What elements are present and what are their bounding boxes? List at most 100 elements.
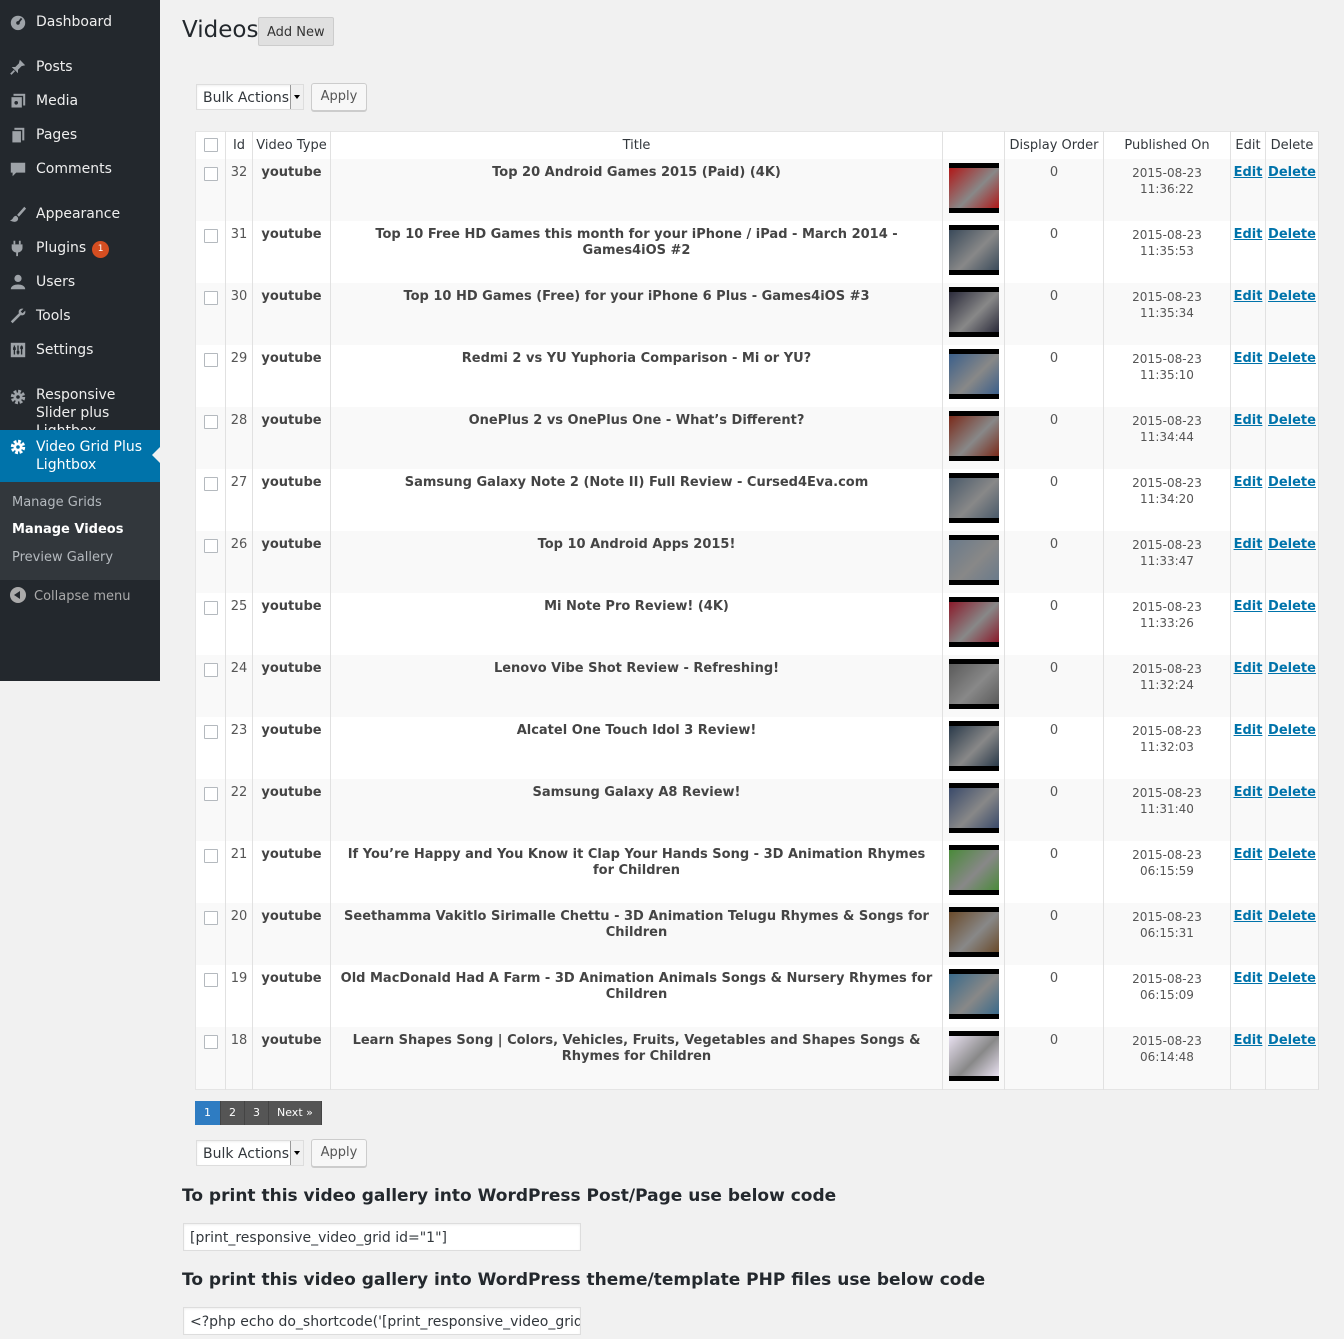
row-checkbox[interactable] bbox=[203, 291, 218, 305]
apply-button[interactable]: Apply bbox=[311, 83, 367, 111]
delete-link[interactable]: Delete bbox=[1268, 909, 1316, 924]
edit-cell: Edit bbox=[1230, 221, 1266, 283]
date-cell: 2015-08-23 11:33:47 bbox=[1103, 531, 1231, 593]
sidebar-item-dashboard[interactable]: Dashboard bbox=[0, 13, 160, 33]
column-header[interactable]: Title bbox=[330, 131, 943, 159]
sidebar-item-responsive-slider[interactable]: Responsive Slider plus Lightbox bbox=[0, 386, 160, 439]
sidebar-item-posts[interactable]: Posts bbox=[0, 58, 160, 78]
comment-icon bbox=[9, 160, 27, 178]
sidebar-item-plugins[interactable]: Plugins 1 bbox=[0, 239, 160, 259]
delete-link[interactable]: Delete bbox=[1268, 599, 1316, 614]
delete-link[interactable]: Delete bbox=[1268, 351, 1316, 366]
apply-button[interactable]: Apply bbox=[311, 1139, 367, 1167]
delete-link[interactable]: Delete bbox=[1268, 971, 1316, 986]
sidebar-item-label: Video Grid Plus Lightbox bbox=[36, 439, 143, 473]
delete-cell: Delete bbox=[1265, 779, 1319, 841]
page-link-3[interactable]: 3 bbox=[245, 1101, 269, 1125]
row-checkbox[interactable] bbox=[203, 1035, 218, 1049]
submenu-manage-videos[interactable]: Manage Videos bbox=[12, 522, 123, 537]
row-checkbox[interactable] bbox=[203, 539, 218, 553]
column-header[interactable]: Video Type bbox=[252, 131, 331, 159]
delete-link[interactable]: Delete bbox=[1268, 227, 1316, 242]
thumbnail-image bbox=[948, 974, 999, 1014]
row-checkbox[interactable] bbox=[203, 353, 218, 367]
row-checkbox[interactable] bbox=[203, 663, 218, 677]
edit-link[interactable]: Edit bbox=[1234, 909, 1263, 924]
delete-cell: Delete bbox=[1265, 345, 1319, 407]
delete-link[interactable]: Delete bbox=[1268, 847, 1316, 862]
submenu-preview-gallery[interactable]: Preview Gallery bbox=[12, 550, 113, 565]
page-link-2[interactable]: 2 bbox=[221, 1101, 245, 1125]
delete-link[interactable]: Delete bbox=[1268, 723, 1316, 738]
row-checkbox[interactable] bbox=[203, 601, 218, 615]
edit-cell: Edit bbox=[1230, 841, 1266, 903]
edit-link[interactable]: Edit bbox=[1234, 971, 1263, 986]
edit-link[interactable]: Edit bbox=[1234, 847, 1263, 862]
page-link-1[interactable]: 1 bbox=[195, 1101, 221, 1125]
edit-link[interactable]: Edit bbox=[1234, 351, 1263, 366]
row-checkbox[interactable] bbox=[203, 787, 218, 801]
edit-link[interactable]: Edit bbox=[1234, 289, 1263, 304]
delete-link[interactable]: Delete bbox=[1268, 661, 1316, 676]
edit-cell: Edit bbox=[1230, 965, 1266, 1027]
display-order: 0 bbox=[1049, 351, 1059, 366]
edit-link[interactable]: Edit bbox=[1234, 475, 1263, 490]
row-checkbox[interactable] bbox=[203, 477, 218, 491]
delete-link[interactable]: Delete bbox=[1268, 1033, 1316, 1048]
add-new-button[interactable]: Add New bbox=[258, 17, 334, 46]
sidebar-item-appearance[interactable]: Appearance bbox=[0, 205, 160, 225]
edit-link[interactable]: Edit bbox=[1234, 599, 1263, 614]
bulk-actions-select[interactable]: Bulk Actions bbox=[196, 1140, 304, 1166]
edit-link[interactable]: Edit bbox=[1234, 413, 1263, 428]
edit-link[interactable]: Edit bbox=[1234, 227, 1263, 242]
delete-link[interactable]: Delete bbox=[1268, 537, 1316, 552]
sidebar-item-settings[interactable]: Settings bbox=[0, 341, 160, 361]
next-page-link[interactable]: Next » bbox=[269, 1101, 322, 1125]
edit-link[interactable]: Edit bbox=[1234, 785, 1263, 800]
row-checkbox[interactable] bbox=[203, 849, 218, 863]
sidebar-item-pages[interactable]: Pages bbox=[0, 126, 160, 146]
edit-link[interactable]: Edit bbox=[1234, 165, 1263, 180]
sidebar-item-tools[interactable]: Tools bbox=[0, 307, 160, 327]
display-order: 0 bbox=[1049, 289, 1059, 304]
row-checkbox[interactable] bbox=[203, 973, 218, 987]
delete-link[interactable]: Delete bbox=[1268, 165, 1316, 180]
column-header[interactable]: Display Order bbox=[1004, 131, 1104, 159]
sidebar-item-label: Tools bbox=[36, 308, 71, 324]
row-checkbox[interactable] bbox=[203, 229, 218, 243]
row-checkbox[interactable] bbox=[203, 415, 218, 429]
php-shortcode-field[interactable]: <?php echo do_shortcode('[print_responsi… bbox=[183, 1307, 581, 1335]
delete-link[interactable]: Delete bbox=[1268, 475, 1316, 490]
column-header[interactable]: Id bbox=[225, 131, 253, 159]
edit-link[interactable]: Edit bbox=[1234, 661, 1263, 676]
delete-cell: Delete bbox=[1265, 903, 1319, 965]
thumbnail-cell bbox=[942, 965, 1005, 1027]
sidebar-item-video-grid[interactable]: Video Grid Plus Lightbox bbox=[0, 430, 160, 482]
row-checkbox[interactable] bbox=[203, 725, 218, 739]
post-shortcode-field[interactable]: [print_responsive_video_grid id="1"] bbox=[183, 1223, 581, 1251]
edit-link[interactable]: Edit bbox=[1234, 1033, 1263, 1048]
bulk-actions-select[interactable]: Bulk Actions bbox=[196, 84, 304, 110]
edit-link[interactable]: Edit bbox=[1234, 537, 1263, 552]
column-header[interactable]: Published On bbox=[1103, 131, 1231, 159]
video-id: 25 bbox=[230, 599, 248, 614]
submenu-manage-grids[interactable]: Manage Grids bbox=[12, 495, 102, 510]
sidebar-item-comments[interactable]: Comments bbox=[0, 160, 160, 180]
row-checkbox[interactable] bbox=[203, 911, 218, 925]
edit-link[interactable]: Edit bbox=[1234, 723, 1263, 738]
sidebar-item-users[interactable]: Users bbox=[0, 273, 160, 293]
video-type: youtube bbox=[261, 475, 322, 490]
delete-link[interactable]: Delete bbox=[1268, 785, 1316, 800]
sidebar-item-media[interactable]: Media bbox=[0, 92, 160, 112]
collapse-menu-button[interactable]: Collapse menu bbox=[10, 587, 131, 607]
select-all-checkbox[interactable] bbox=[203, 137, 218, 152]
videos-table-body: 32 youtube Top 20 Android Games 2015 (Paid… bbox=[195, 159, 1319, 1090]
delete-link[interactable]: Delete bbox=[1268, 289, 1316, 304]
video-grid-submenu: Manage Grids Manage Videos Preview Galle… bbox=[0, 482, 160, 580]
published-on: 2015-08-23 11:35:53 bbox=[1132, 228, 1202, 258]
row-checkbox[interactable] bbox=[203, 167, 218, 181]
thumbnail-cell bbox=[942, 283, 1005, 345]
delete-link[interactable]: Delete bbox=[1268, 413, 1316, 428]
thumbnail-cell bbox=[942, 1027, 1005, 1090]
id-cell: 32 bbox=[225, 159, 253, 221]
